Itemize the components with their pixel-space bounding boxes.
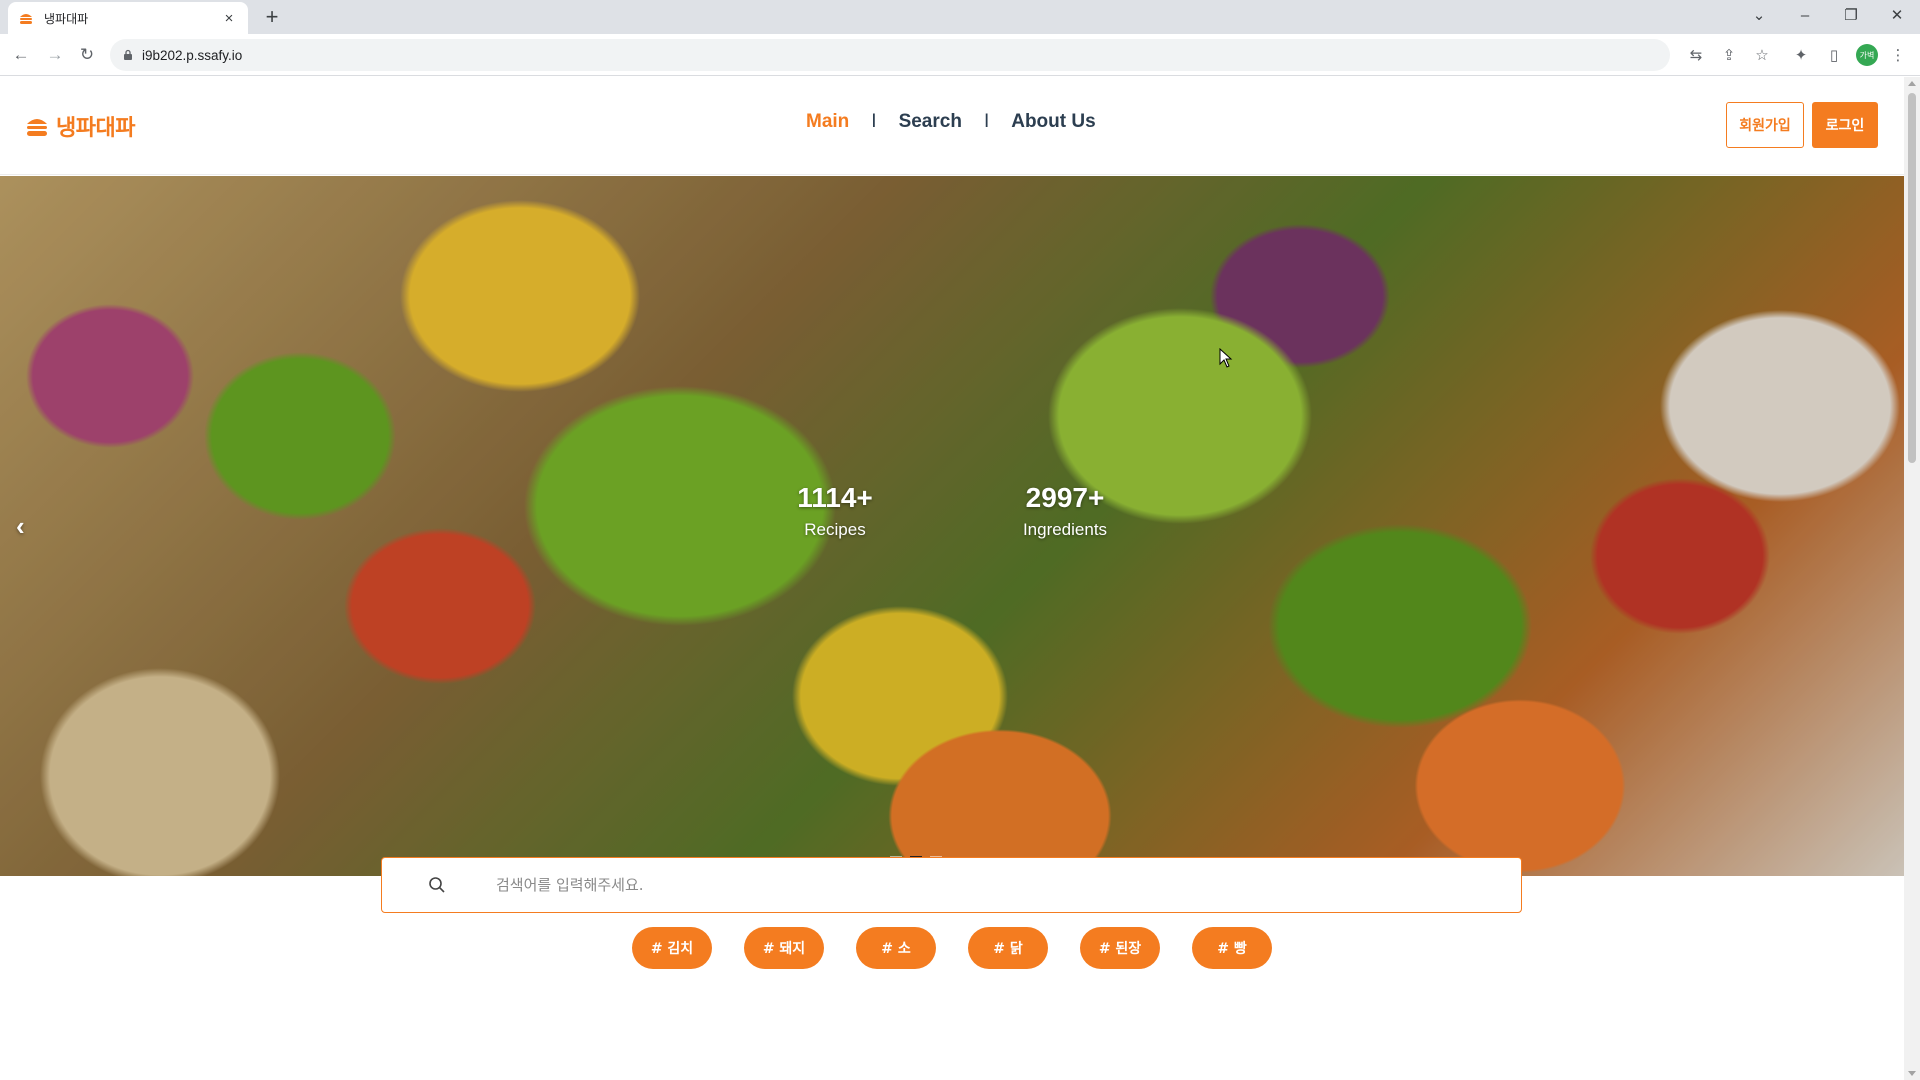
tag-list: # 김치 # 돼지 # 소 # 닭 # 된장 # 빵	[632, 927, 1272, 969]
hero-image	[0, 176, 1904, 876]
stat-label: Recipes	[804, 520, 866, 539]
tag-kimchi[interactable]: # 김치	[632, 927, 712, 969]
lock-icon	[124, 49, 132, 60]
search-box[interactable]	[381, 857, 1522, 913]
signup-button[interactable]: 회원가입	[1726, 102, 1804, 148]
search-icon	[429, 877, 445, 893]
reload-icon[interactable]: ↻	[72, 40, 102, 70]
new-tab-button[interactable]: +	[258, 4, 286, 32]
nav-main[interactable]: Main	[806, 111, 849, 133]
browser-tabstrip: 냉파대파 × + ⌄ – ❐ ✕	[0, 0, 1920, 34]
mouse-cursor-icon	[1219, 348, 1233, 368]
forward-icon[interactable]: →	[40, 40, 70, 70]
address-bar[interactable]: i9b202.p.ssafy.io	[110, 39, 1670, 71]
stat-recipes: 1114+ Recipes	[755, 482, 915, 540]
main-nav: Main I Search I About Us	[806, 111, 1096, 133]
translate-icon[interactable]: ⇆	[1684, 43, 1708, 67]
stat-label: Ingredients	[1022, 520, 1108, 539]
site-logo[interactable]: 냉파대파	[24, 110, 135, 142]
hero-carousel: ‹ 1114+ Recipes 2997+ Ingredients	[0, 176, 1904, 876]
close-window-icon[interactable]: ✕	[1874, 0, 1920, 30]
scroll-up-icon[interactable]	[1908, 81, 1916, 86]
tab-close-icon[interactable]: ×	[220, 10, 238, 27]
tag-bread[interactable]: # 빵	[1192, 927, 1272, 969]
stat-value: 2997+	[1025, 482, 1105, 513]
logo-burger-icon	[27, 119, 47, 136]
site-favicon-icon	[20, 14, 32, 24]
search-input[interactable]	[496, 876, 1396, 894]
share-icon[interactable]: ⇪	[1717, 43, 1741, 67]
browser-toolbar: ← → ↻ i9b202.p.ssafy.io ⇆ ⇪ ☆ ✦ ▯ 가벽 ⋮	[0, 34, 1920, 76]
stat-ingredients: 2997+ Ingredients	[985, 482, 1145, 540]
bookmark-star-icon[interactable]: ☆	[1750, 43, 1774, 67]
restore-icon[interactable]: ❐	[1828, 0, 1874, 30]
site-header: 냉파대파 Main I Search I About Us 회원가입 로그인	[0, 77, 1904, 175]
nav-separator: I	[983, 111, 990, 132]
url-text: i9b202.p.ssafy.io	[142, 47, 243, 63]
nav-about-us[interactable]: About Us	[1011, 111, 1095, 133]
tag-chicken[interactable]: # 닭	[968, 927, 1048, 969]
browser-menu-icon[interactable]: ⋮	[1886, 43, 1910, 67]
tag-pork[interactable]: # 돼지	[744, 927, 824, 969]
nav-search[interactable]: Search	[899, 111, 962, 133]
nav-separator: I	[871, 111, 877, 132]
scroll-thumb[interactable]	[1908, 93, 1916, 463]
stat-value: 1114+	[797, 482, 873, 513]
profile-avatar[interactable]: 가벽	[1856, 44, 1878, 66]
tab-title: 냉파대파	[44, 11, 89, 26]
back-icon[interactable]: ←	[6, 40, 36, 70]
extensions-icon[interactable]: ✦	[1789, 43, 1813, 67]
tag-doenjang[interactable]: # 된장	[1080, 927, 1160, 969]
browser-tab[interactable]: 냉파대파 ×	[8, 2, 248, 34]
tag-beef[interactable]: # 소	[856, 927, 936, 969]
page-scrollbar[interactable]	[1904, 77, 1920, 1080]
tab-search-icon[interactable]: ⌄	[1736, 0, 1782, 30]
scroll-down-icon[interactable]	[1908, 1071, 1916, 1076]
brand-name: 냉파대파	[56, 115, 135, 140]
login-button[interactable]: 로그인	[1812, 102, 1878, 148]
minimize-icon[interactable]: –	[1782, 0, 1828, 30]
carousel-prev-icon[interactable]: ‹	[16, 511, 25, 542]
side-panel-icon[interactable]: ▯	[1822, 43, 1846, 67]
